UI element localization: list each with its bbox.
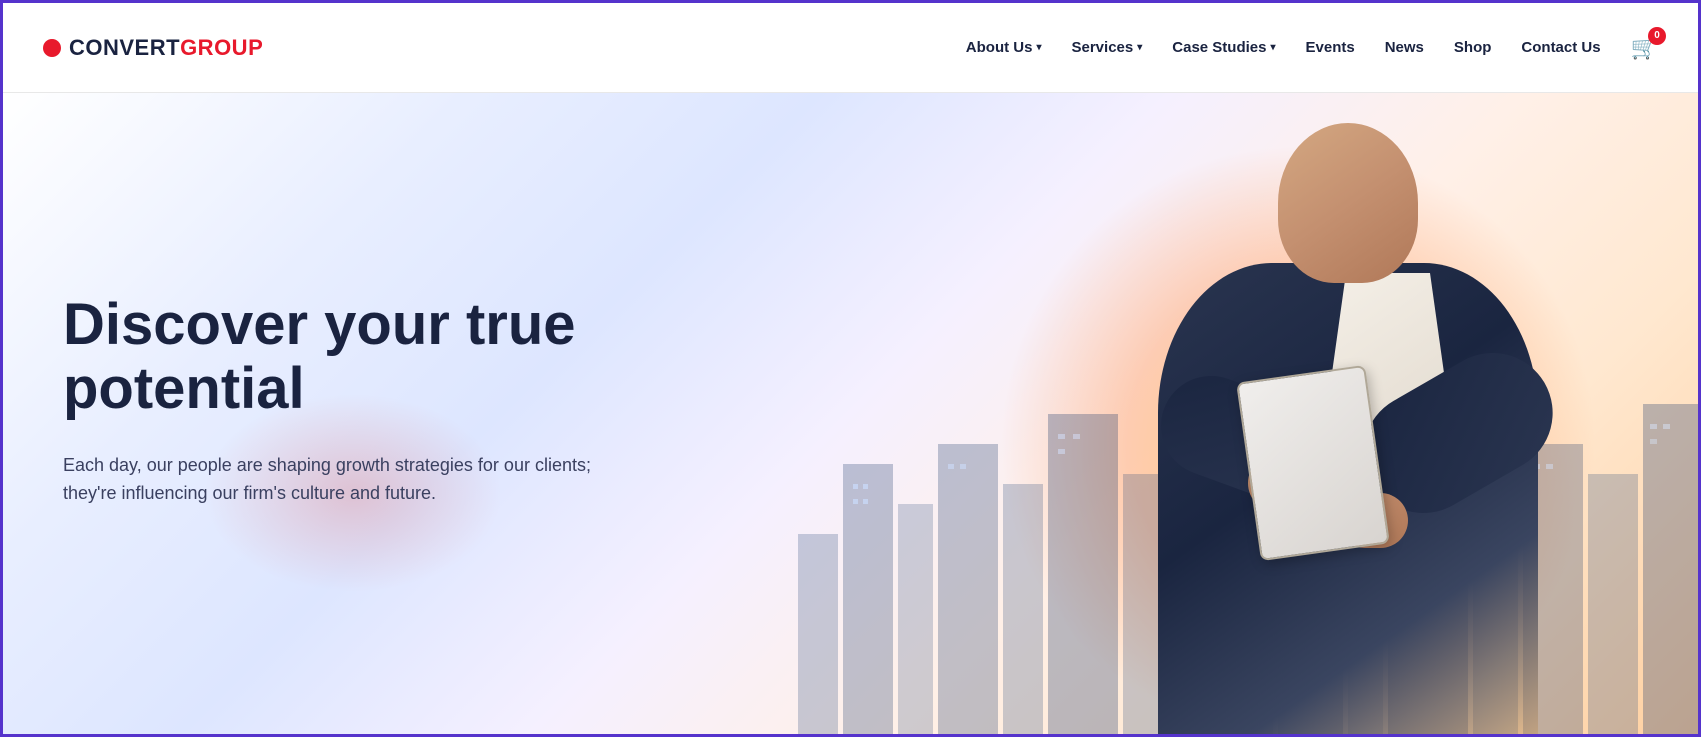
nav-services-label: Services	[1072, 39, 1134, 56]
nav-news[interactable]: News	[1385, 39, 1424, 56]
nav-news-label: News	[1385, 39, 1424, 56]
logo-group: GROUP	[180, 35, 263, 60]
nav-contact-us[interactable]: Contact Us	[1521, 39, 1600, 56]
logo[interactable]: CONVERTGROUP	[43, 35, 263, 61]
hero-person-figure	[958, 93, 1638, 734]
nav-shop[interactable]: Shop	[1454, 39, 1492, 56]
hero-subtext: Each day, our people are shaping growth …	[63, 451, 643, 509]
person-tablet-device	[1236, 365, 1390, 561]
logo-convert: CONVERT	[69, 35, 180, 60]
nav-contact-us-label: Contact Us	[1521, 39, 1600, 56]
site-header: CONVERTGROUP About Us ▾ Services ▾ Case …	[3, 3, 1698, 93]
chevron-down-icon: ▾	[1270, 42, 1275, 53]
cart-badge: 0	[1648, 27, 1666, 45]
person-head	[1278, 123, 1418, 283]
chevron-down-icon: ▾	[1137, 42, 1142, 53]
hero-content: Discover your true potential Each day, o…	[63, 293, 743, 508]
nav-events-label: Events	[1306, 39, 1355, 56]
chevron-down-icon: ▾	[1036, 42, 1041, 53]
nav-events[interactable]: Events	[1306, 39, 1355, 56]
nav-about-us-label: About Us	[966, 39, 1033, 56]
main-nav: About Us ▾ Services ▾ Case Studies ▾ Eve…	[966, 35, 1658, 61]
hero-section: Discover your true potential Each day, o…	[3, 93, 1698, 734]
cart-button[interactable]: 🛒 0	[1631, 35, 1658, 61]
nav-about-us[interactable]: About Us ▾	[966, 39, 1042, 56]
logo-text: CONVERTGROUP	[69, 35, 263, 61]
nav-services[interactable]: Services ▾	[1072, 39, 1143, 56]
nav-case-studies[interactable]: Case Studies ▾	[1172, 39, 1275, 56]
nav-case-studies-label: Case Studies	[1172, 39, 1266, 56]
nav-shop-label: Shop	[1454, 39, 1492, 56]
hero-headline: Discover your true potential	[63, 293, 743, 421]
logo-dot	[43, 39, 61, 57]
